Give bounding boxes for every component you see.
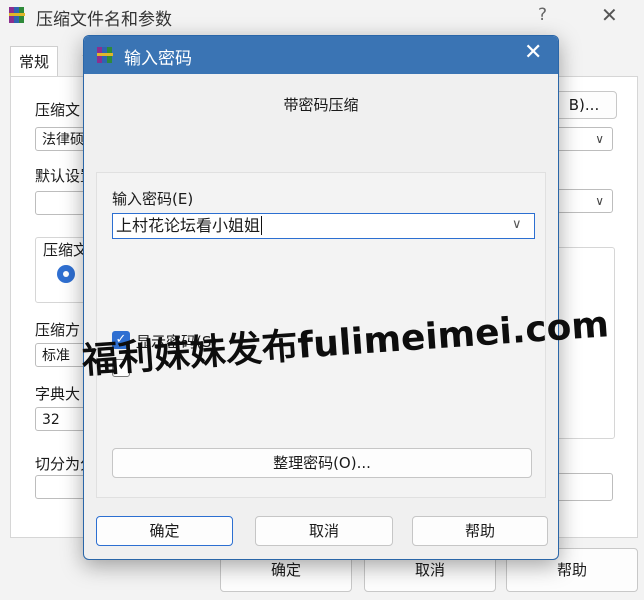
- compression-method-label: 压缩方: [35, 321, 81, 339]
- dialog-caption: 带密码压缩: [283, 96, 359, 114]
- background-window-title: 压缩文件名和参数: [36, 10, 172, 30]
- chevron-down-icon: ∨: [595, 194, 604, 208]
- organize-passwords-button[interactable]: 整理密码(O)...: [112, 448, 532, 478]
- format-radio-selected[interactable]: [57, 265, 75, 283]
- chevron-down-icon[interactable]: ∨: [512, 217, 522, 232]
- tab-general[interactable]: 常规: [10, 46, 59, 77]
- dictionary-size-label: 字典大: [35, 385, 81, 403]
- compression-method-select[interactable]: 标准: [35, 343, 87, 367]
- winrar-app-icon: [97, 47, 113, 63]
- password-label: 输入密码(E): [112, 190, 194, 208]
- close-icon[interactable]: ✕: [524, 40, 542, 65]
- winrar-app-icon: [9, 7, 25, 23]
- cancel-button[interactable]: 取消: [255, 516, 393, 546]
- archive-name-dropdown[interactable]: ∨: [555, 127, 613, 151]
- enter-password-dialog: 输入密码 ✕ 带密码压缩 输入密码(E) 上村花论坛看小姐姐​ ∨ ✓ 显示密码…: [83, 35, 559, 560]
- ok-button[interactable]: 确定: [96, 516, 233, 546]
- dictionary-size-select[interactable]: 32: [35, 407, 87, 431]
- profile-dropdown[interactable]: ∨: [555, 189, 613, 213]
- browse-button[interactable]: B)...: [551, 91, 617, 119]
- parameters-field[interactable]: [555, 473, 613, 501]
- dialog-title: 输入密码: [124, 49, 192, 69]
- background-close-icon[interactable]: ✕: [601, 3, 618, 27]
- help-icon[interactable]: ?: [538, 5, 547, 25]
- chevron-down-icon: ∨: [595, 132, 604, 146]
- password-value: 上村花论坛看小姐姐: [116, 216, 261, 235]
- password-input[interactable]: 上村花论坛看小姐姐​: [112, 213, 535, 239]
- help-button[interactable]: 帮助: [412, 516, 548, 546]
- split-volumes-input[interactable]: [35, 475, 87, 499]
- archive-name-label: 压缩文: [35, 101, 81, 119]
- text-cursor: ​: [261, 216, 263, 235]
- profile-field[interactable]: [35, 191, 87, 215]
- archive-format-label: 压缩文: [43, 241, 89, 259]
